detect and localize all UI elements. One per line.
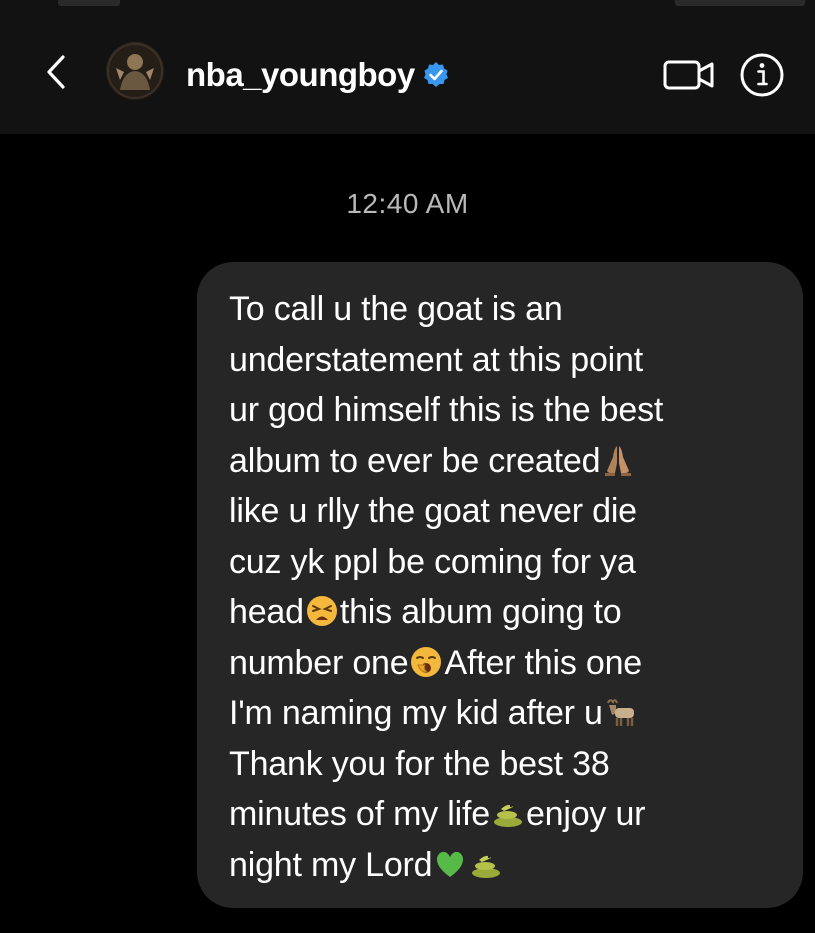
status-bar-fragment — [675, 0, 805, 6]
snake-emoji — [493, 804, 522, 827]
chevron-left-icon — [47, 55, 65, 89]
info-circle-icon — [740, 53, 784, 97]
message-text: I'm naming my kid after u — [229, 694, 603, 732]
message-line: like u rlly the goat never die — [229, 492, 637, 530]
message-timestamp: 12:40 AM — [346, 188, 469, 219]
green-heart-emoji — [437, 851, 464, 877]
message-line: ur god himself this is the best — [229, 391, 664, 429]
tired-face-emoji — [306, 596, 337, 626]
message-line: minutes of my life enjoy ur — [229, 789, 783, 840]
message-text: minutes of my life — [229, 795, 490, 833]
profile-avatar[interactable] — [106, 42, 164, 100]
verified-badge-icon — [422, 61, 450, 89]
message-line: cuz yk ppl be coming for ya — [229, 542, 636, 581]
avatar-picture — [107, 43, 163, 99]
goat-emoji — [606, 699, 634, 726]
dm-thread-screen: nba_youngboy 12:40 AM To call u the goat… — [0, 0, 815, 933]
back-button[interactable] — [36, 50, 76, 94]
folded-hands-emoji — [605, 445, 632, 476]
message-bubble[interactable]: To call u the goat is an understatement … — [197, 262, 803, 908]
video-camera-icon — [663, 60, 714, 90]
message-text: this album going to — [339, 593, 622, 631]
message-text: After this one — [444, 643, 642, 682]
message-line: night my Lord — [229, 840, 783, 891]
message-text: head — [229, 593, 304, 631]
info-button[interactable] — [738, 51, 786, 99]
message-line: Thank you for the best 38 — [229, 744, 610, 783]
message-line: understatement at this point — [229, 340, 643, 379]
snake-emoji — [472, 855, 501, 878]
message-line: album to ever be created — [229, 436, 783, 487]
yawning-face-emoji — [411, 646, 442, 677]
video-call-button[interactable] — [660, 54, 720, 96]
message-text: number one — [229, 643, 409, 682]
message-line: To call u the goat is an — [229, 290, 563, 328]
conversation-username[interactable]: nba_youngboy — [186, 53, 450, 97]
message-text: night my Lord — [229, 845, 433, 884]
message-text: enjoy ur — [525, 795, 646, 833]
message-line: I'm naming my kid after u — [229, 688, 783, 739]
message-line: number one After this one — [229, 638, 783, 689]
username-label: nba_youngboy — [186, 56, 415, 93]
dm-header: nba_youngboy — [0, 0, 815, 134]
message-text: album to ever be created — [229, 441, 601, 480]
message-line: head this album going to — [229, 587, 783, 638]
status-bar-fragment — [58, 0, 120, 6]
